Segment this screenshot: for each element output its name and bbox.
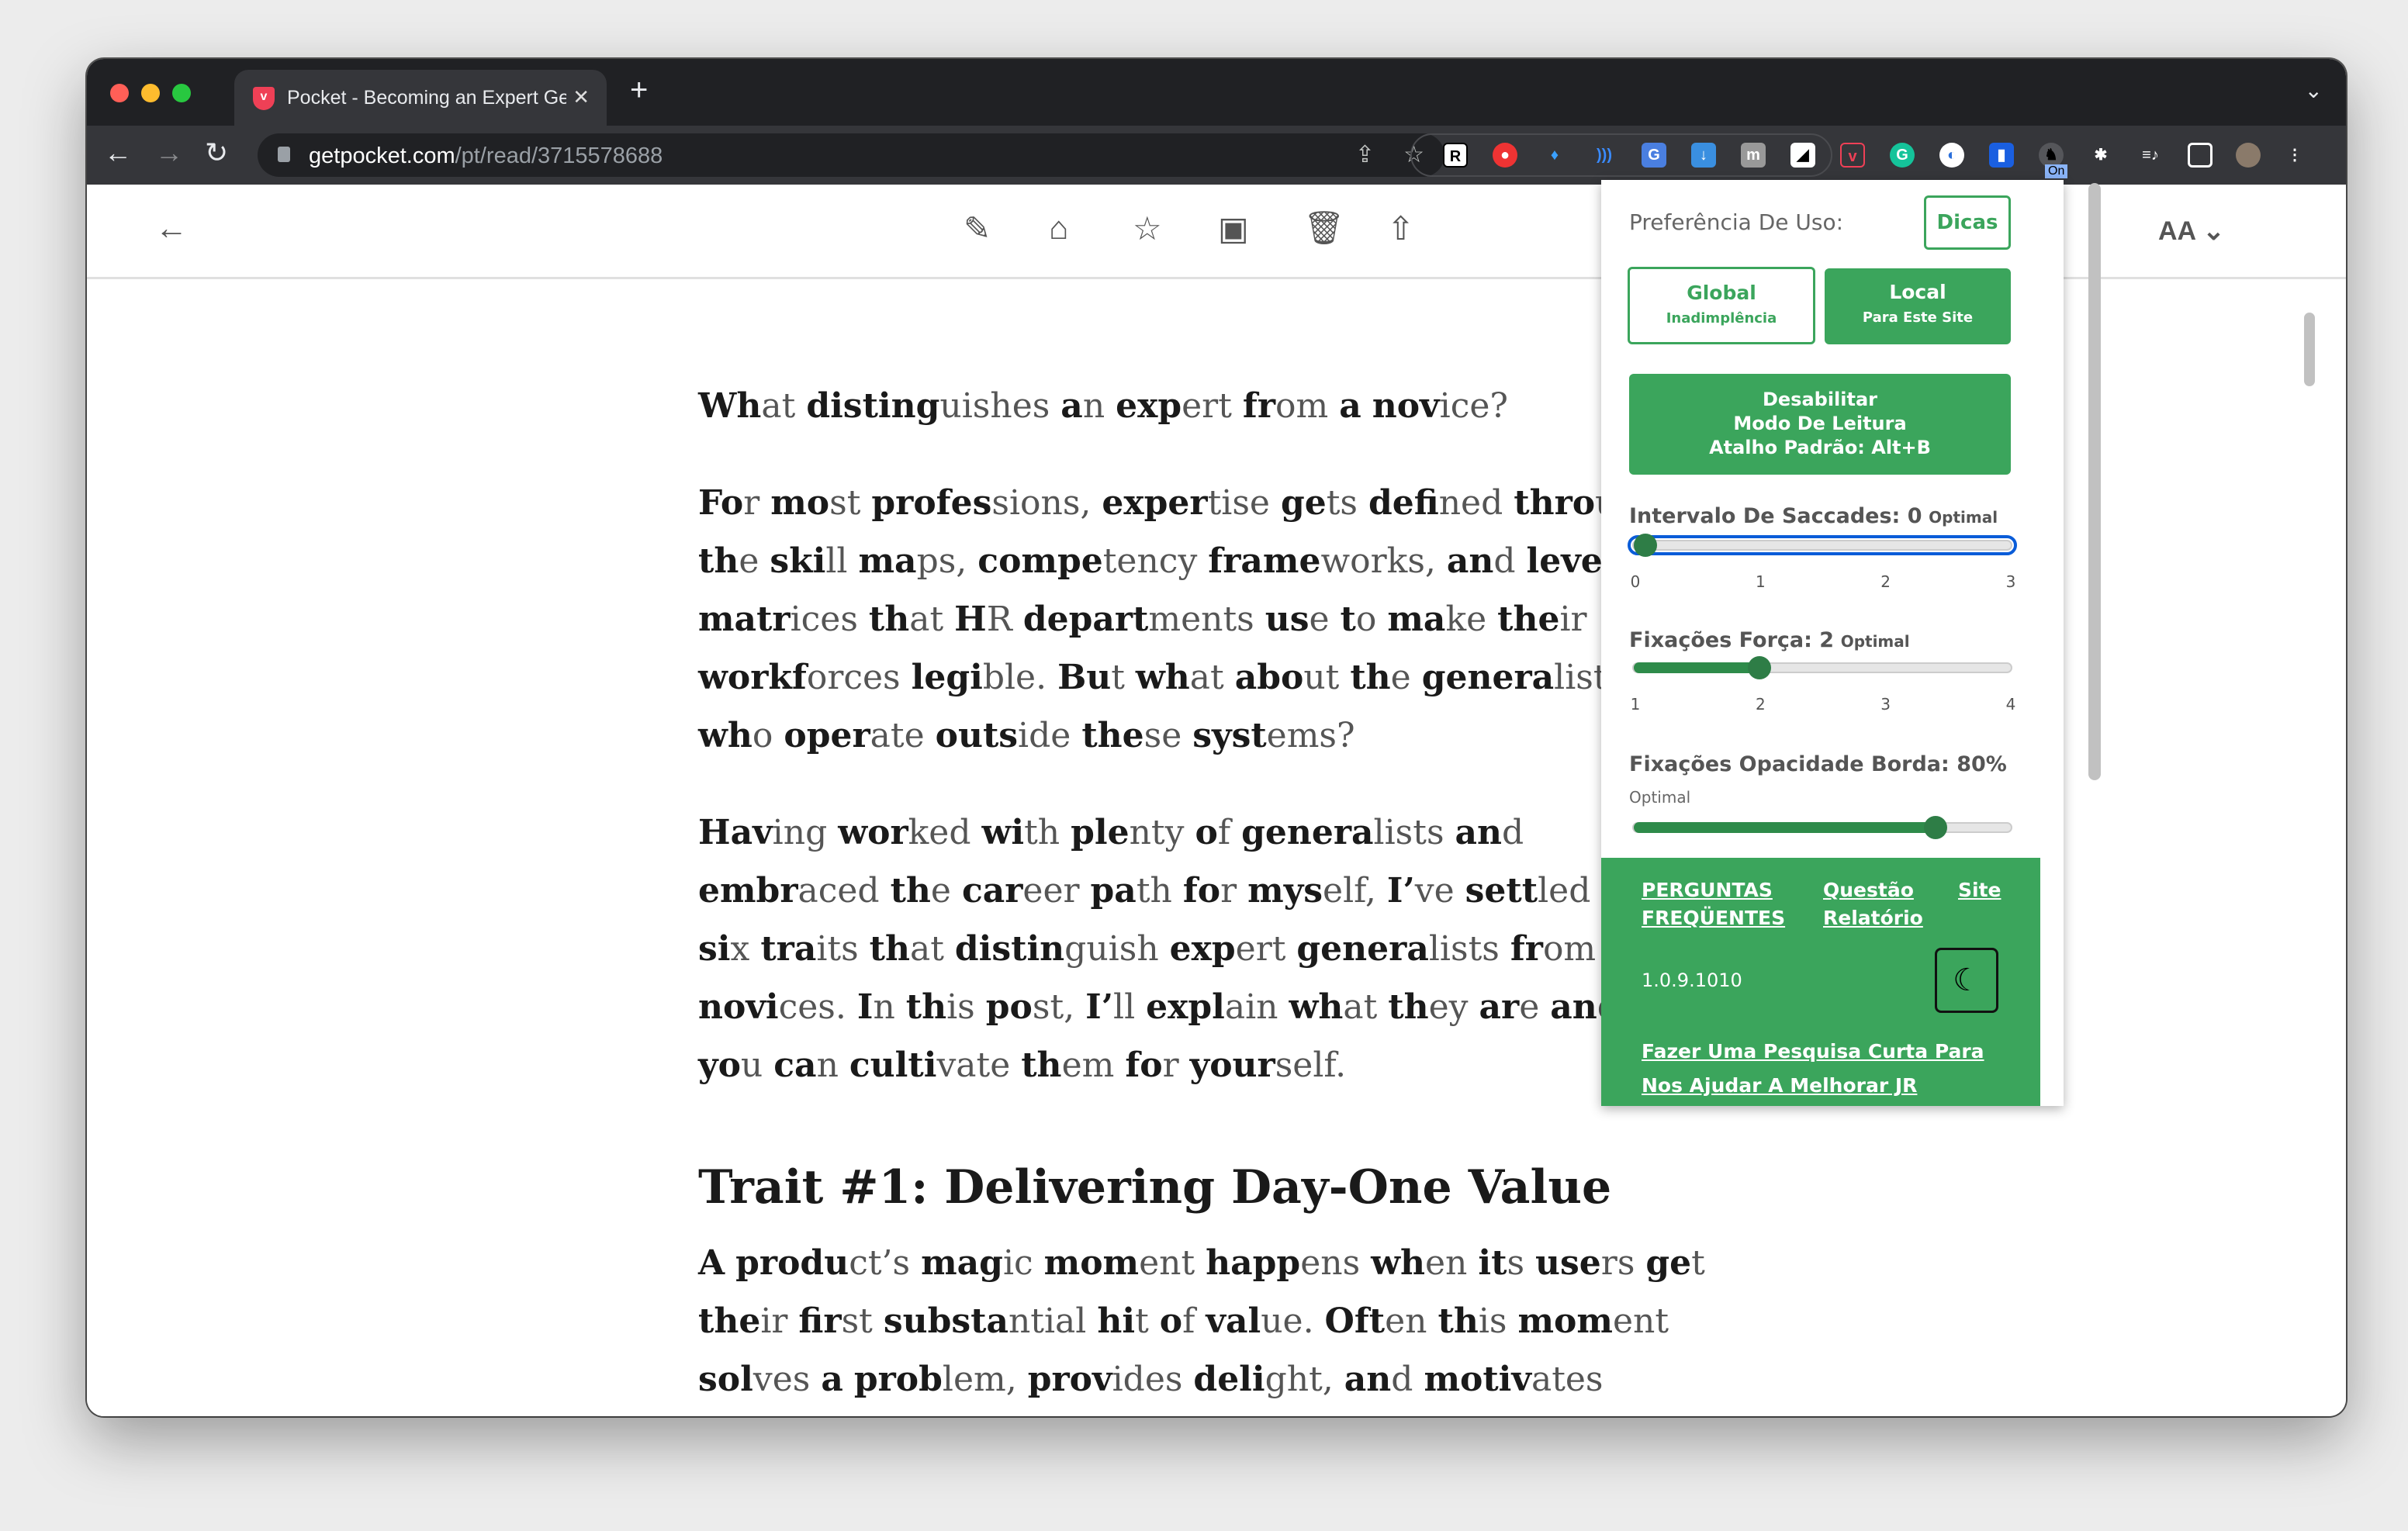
extension-blue-icon[interactable]: ▮ bbox=[1989, 143, 2014, 168]
fixation-strength-slider[interactable] bbox=[1632, 656, 2012, 679]
tab-search-chevron-icon[interactable]: ⌄ bbox=[2305, 78, 2323, 103]
extension-on-badge: On bbox=[2045, 164, 2068, 178]
close-tab-icon[interactable]: ✕ bbox=[573, 85, 590, 109]
slider-tick-label: 1 bbox=[1755, 572, 1766, 591]
tab-pocket[interactable]: v Pocket - Becoming an Expert Generalist… bbox=[234, 70, 607, 126]
site-link[interactable]: Site bbox=[1958, 876, 2001, 904]
extension-password-icon[interactable]: ◐ bbox=[1939, 143, 1964, 168]
close-window-button[interactable] bbox=[110, 84, 129, 102]
extension-audio-icon[interactable]: ))) bbox=[1592, 143, 1617, 168]
side-panel-icon[interactable] bbox=[2188, 143, 2213, 168]
media-control-icon[interactable]: ≡♪ bbox=[2138, 143, 2163, 168]
slider-tick-label: 3 bbox=[1880, 695, 1891, 714]
address-bar[interactable]: getpocket.com/pt/read/3715578688 ⇪ ☆ bbox=[258, 133, 1444, 177]
extension-r-icon[interactable]: R bbox=[1443, 143, 1468, 168]
saccades-slider[interactable] bbox=[1628, 534, 2017, 557]
new-tab-button[interactable]: + bbox=[630, 73, 648, 108]
saccades-label: Intervalo De Saccades: 0 Optimal bbox=[1629, 504, 1998, 528]
lock-icon bbox=[278, 147, 290, 162]
slider-tick-label: 3 bbox=[2005, 572, 2016, 591]
back-icon[interactable]: ← bbox=[104, 137, 132, 169]
chrome-menu-icon[interactable]: ⋮ bbox=[2282, 143, 2307, 168]
back-icon[interactable]: ← bbox=[155, 209, 188, 247]
article-paragraph: What distinguishes an expert from a novi… bbox=[698, 386, 1508, 426]
extension-grammarly-icon[interactable]: G bbox=[1890, 143, 1915, 168]
jiffy-reader-popup: Preferência De Uso: Dicas Global Inadimpl… bbox=[1601, 180, 2064, 1106]
faq-link[interactable]: PERGUNTAS FREQÜENTES bbox=[1642, 876, 1797, 932]
browser-toolbar: ← → ↻ getpocket.com/pt/read/3715578688 ⇪… bbox=[87, 126, 2346, 185]
tips-button[interactable]: Dicas bbox=[1924, 195, 2011, 250]
tag-icon[interactable]: ⌂ bbox=[1049, 209, 1068, 247]
extension-pin-icon[interactable]: ♦ bbox=[1542, 143, 1567, 168]
fixation-edge-opacity-label: Fixações Opacidade Borda: 80% bbox=[1629, 752, 2007, 776]
version-text: 1.0.9.1010 bbox=[1642, 969, 1742, 991]
fixation-edge-opacity-slider[interactable] bbox=[1632, 816, 2012, 839]
extensions-group bbox=[1410, 133, 1832, 177]
extensions-puzzle-icon[interactable]: ✱ bbox=[2088, 143, 2113, 168]
slider-tick-label: 4 bbox=[2005, 695, 2016, 714]
report-issue-link[interactable]: Questão Relatório bbox=[1823, 876, 1932, 932]
extension-pocket-icon[interactable]: v bbox=[1840, 143, 1865, 168]
maximize-window-button[interactable] bbox=[172, 84, 191, 102]
profile-avatar[interactable] bbox=[2236, 143, 2261, 168]
extension-download-icon[interactable]: ↓ bbox=[1691, 143, 1716, 168]
global-button[interactable]: Global Inadimplência bbox=[1628, 267, 1815, 344]
slider-tick-label: 1 bbox=[1630, 695, 1641, 714]
forward-icon[interactable]: → bbox=[155, 137, 183, 169]
tab-bar: v Pocket - Becoming an Expert Generalist… bbox=[87, 59, 2346, 126]
extension-pokeball-icon[interactable]: ● bbox=[1493, 143, 1517, 168]
local-button[interactable]: Local Para Este Site bbox=[1825, 268, 2011, 344]
delete-icon[interactable]: 🗑︎ bbox=[1303, 209, 1344, 247]
pocket-favicon-icon: v bbox=[253, 87, 275, 110]
fixation-strength-label: Fixações Força: 2 Optimal bbox=[1629, 628, 1910, 652]
slider-tick-label: 0 bbox=[1630, 572, 1641, 591]
preference-title: Preferência De Uso: bbox=[1629, 209, 1844, 235]
archive-icon[interactable]: ▣ bbox=[1218, 209, 1249, 247]
popup-scrollbar[interactable] bbox=[2088, 183, 2101, 780]
slider-tick-label: 2 bbox=[1755, 695, 1766, 714]
reload-icon[interactable]: ↻ bbox=[205, 137, 228, 169]
favorite-icon[interactable]: ☆ bbox=[1133, 209, 1162, 247]
survey-link[interactable]: Fazer Uma Pesquisa Curta Para Nos Ajudar… bbox=[1642, 1035, 2006, 1103]
article-paragraph: Having worked with plenty of generalists… bbox=[698, 813, 1707, 1085]
share-icon[interactable]: ⇪ bbox=[1355, 141, 1375, 168]
highlight-icon[interactable]: ✎ bbox=[964, 209, 991, 247]
share-icon[interactable]: ⇧ bbox=[1387, 209, 1414, 247]
slider-tick-label: 2 bbox=[1880, 572, 1891, 591]
dark-mode-moon-icon[interactable]: ☾ bbox=[1935, 948, 1998, 1013]
tab-title: Pocket - Becoming an Expert Generalist bbox=[287, 87, 566, 109]
article-body: What distinguishes an expert from a novi… bbox=[698, 377, 1707, 1416]
page-scrollbar[interactable] bbox=[2304, 313, 2315, 386]
extension-translate-icon[interactable]: G bbox=[1642, 143, 1666, 168]
browser-window: v Pocket - Becoming an Expert Generalist… bbox=[87, 59, 2346, 1416]
section-heading: Trait #1: Delivering Day-One Value bbox=[698, 1160, 1612, 1215]
extension-send-icon[interactable]: ◢ bbox=[1790, 143, 1815, 168]
extension-m-icon[interactable]: m bbox=[1741, 143, 1766, 168]
url-text: getpocket.com/pt/read/3715578688 bbox=[309, 143, 663, 168]
minimize-window-button[interactable] bbox=[141, 84, 160, 102]
article-paragraph: A product’s magic moment happens when it… bbox=[698, 1243, 1705, 1399]
font-settings-button[interactable]: AA ⌄ bbox=[2158, 216, 2225, 247]
article-paragraph: For most professions, expertise gets def… bbox=[698, 483, 1668, 755]
disable-reading-mode-button[interactable]: Desabilitar Modo De Leitura Atalho Padrão:… bbox=[1629, 374, 2011, 475]
popup-footer: PERGUNTAS FREQÜENTES Questão Relatório S… bbox=[1601, 858, 2040, 1106]
fixation-edge-opacity-hint: Optimal bbox=[1629, 788, 1691, 807]
